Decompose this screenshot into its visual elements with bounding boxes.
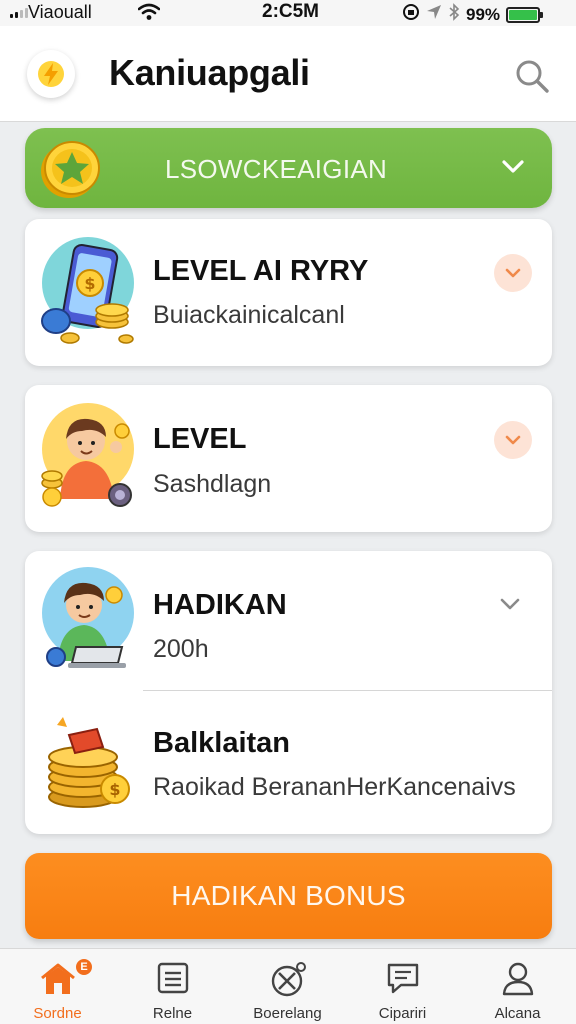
- item-title: LEVEL AI RYRY: [153, 255, 369, 287]
- level-dropdown-label: LSOWCKEAIGIAN: [165, 154, 388, 184]
- tab-chat[interactable]: Cipariri: [345, 949, 460, 1024]
- lock-rotation-icon: [402, 3, 420, 26]
- item-subtitle: 200h: [153, 635, 209, 663]
- tab-home[interactable]: E Sordne: [0, 949, 115, 1024]
- bonus-button-label: HADIKAN BONUS: [171, 880, 406, 911]
- signal-icon: [10, 8, 28, 18]
- app-title: Kaniuapgali: [109, 52, 310, 93]
- svg-text:$: $: [109, 780, 120, 799]
- chat-icon: [385, 961, 421, 1002]
- list-item[interactable]: $ LEVEL AI RYRY Buiackainicalcanl: [25, 219, 552, 366]
- list-icon: [156, 961, 190, 1000]
- item-subtitle: Raoikad BerananHerKancenaivs: [153, 773, 516, 801]
- tab-label: Sordne: [33, 1005, 82, 1022]
- item-subtitle: Buiackainicalcanl: [153, 301, 345, 329]
- battery-icon: [506, 6, 544, 23]
- battery-percent: 99%: [466, 4, 501, 24]
- tab-tools[interactable]: Boerelang: [230, 949, 345, 1024]
- lightning-icon[interactable]: [27, 50, 75, 98]
- app-header: Kaniuapgali: [0, 26, 576, 122]
- coin-stack-icon: $: [45, 711, 135, 816]
- item-subtitle: Sashdlagn: [153, 470, 272, 498]
- boy-coins-icon: [40, 401, 140, 516]
- item-title: Balklaitan: [153, 727, 290, 759]
- tab-profile[interactable]: Alcana: [460, 949, 575, 1024]
- list-item[interactable]: LEVEL Sashdlagn: [25, 385, 552, 532]
- profile-icon: [501, 961, 535, 1002]
- tab-list[interactable]: Relne: [115, 949, 230, 1024]
- tab-bar: E Sordne Relne Boerelang Cipariri Alcana: [0, 948, 576, 1024]
- carrier-name: Viaouall: [28, 2, 92, 22]
- status-bar: Viaouall 2:C5M 99%: [0, 0, 576, 26]
- bonus-button[interactable]: HADIKAN BONUS: [25, 853, 552, 939]
- bluetooth-icon: [448, 3, 460, 26]
- phone-coins-icon: $: [40, 235, 140, 355]
- tab-label: Alcana: [494, 1005, 541, 1022]
- tab-label: Boerelang: [253, 1005, 322, 1022]
- tab-label: Relne: [152, 1005, 193, 1022]
- location-icon: [426, 4, 442, 25]
- wifi-icon: [137, 2, 161, 27]
- item-title: HADIKAN: [153, 589, 287, 621]
- item-title: LEVEL: [153, 423, 247, 455]
- home-icon: [38, 961, 78, 1002]
- level-dropdown[interactable]: LSOWCKEAIGIAN: [25, 128, 552, 208]
- chevron-down-icon[interactable]: [494, 254, 532, 292]
- chevron-down-icon[interactable]: [497, 591, 523, 622]
- search-icon[interactable]: [512, 56, 552, 96]
- notification-badge: E: [74, 957, 94, 977]
- star-coin-icon: [39, 136, 105, 205]
- boy-laptop-icon: [40, 565, 140, 680]
- divider: [143, 690, 552, 691]
- tools-icon: [269, 961, 307, 1002]
- svg-text:$: $: [84, 274, 95, 293]
- chevron-down-icon[interactable]: [494, 421, 532, 459]
- status-time: 2:C5M: [262, 1, 320, 22]
- list-item-group: HADIKAN 200h $ Balklaitan Raoikad Berana…: [25, 551, 552, 834]
- chevron-down-icon: [499, 152, 527, 185]
- tab-label: Cipariri: [378, 1005, 427, 1022]
